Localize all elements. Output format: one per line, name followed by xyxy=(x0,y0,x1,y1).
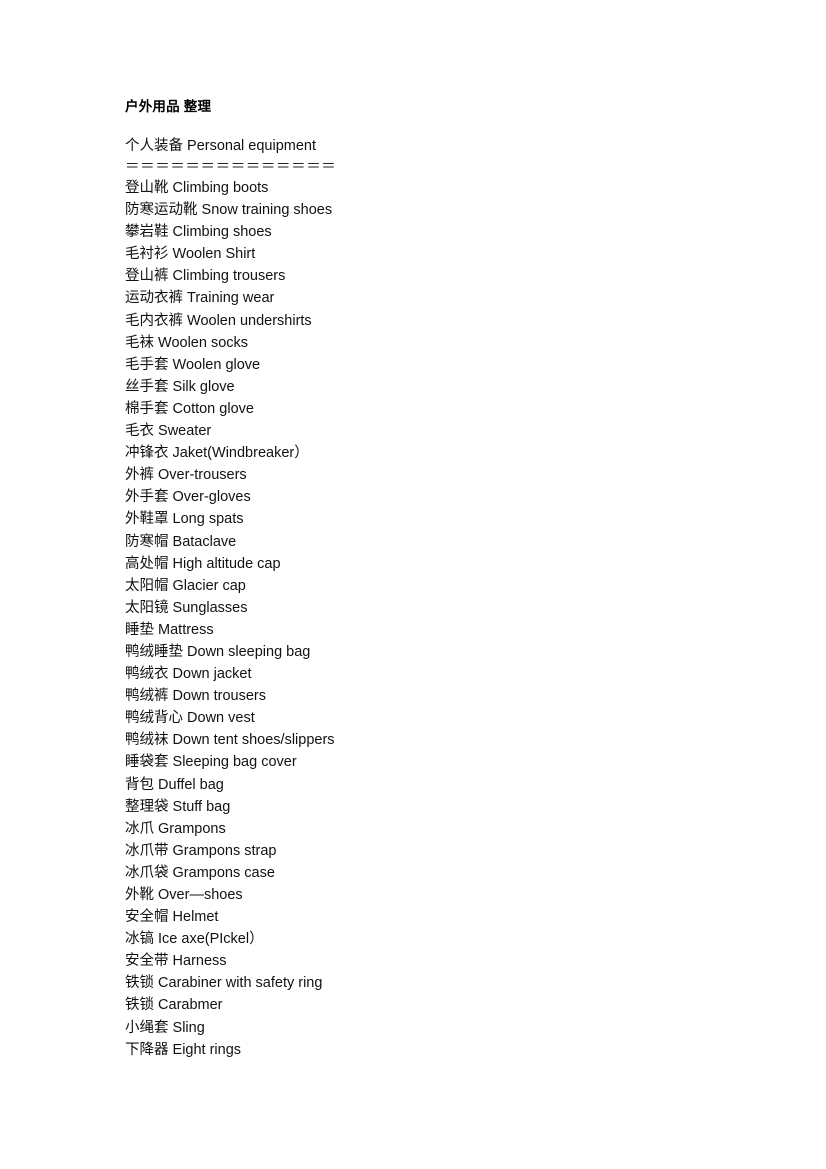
list-item: 鸭绒衣 Down jacket xyxy=(125,666,252,683)
list-item: 运动衣裤 Training wear xyxy=(125,290,275,307)
list-item: 铁锁 Carabmer xyxy=(125,997,223,1014)
list-item: 鸭绒睡垫 Down sleeping bag xyxy=(125,643,311,660)
list-item: 毛衬衫 Woolen Shirt xyxy=(125,246,256,263)
list-item: 冰镐 Ice axe(PIckel） xyxy=(125,931,264,948)
list-item: 登山裤 Climbing trousers xyxy=(125,268,286,285)
list-item: 毛手套 Woolen glove xyxy=(125,356,261,373)
list-item: 睡垫 Mattress xyxy=(125,621,214,638)
page-title: 户外用品 整理 xyxy=(125,99,212,114)
list-item: 冲锋衣 Jaket(Windbreaker） xyxy=(125,445,309,462)
list-item: 太阳帽 Glacier cap xyxy=(125,577,246,594)
list-item: 毛袜 Woolen socks xyxy=(125,334,249,351)
list-item: 外靴 Over—shoes xyxy=(125,887,243,903)
list-item: 外手套 Over-gloves xyxy=(125,489,251,506)
list-item: 下降器 Eight rings xyxy=(125,1041,242,1058)
list-item: 登山靴 Climbing boots xyxy=(125,180,269,196)
list-item: 防寒运动靴 Snow training shoes xyxy=(125,202,333,219)
list-item: 冰爪带 Grampons strap xyxy=(125,842,277,859)
list-item: 铁锁 Carabiner with safety ring xyxy=(125,975,323,992)
list-item: 整理袋 Stuff bag xyxy=(125,798,231,815)
list-item: 高处帽 High altitude cap xyxy=(125,555,281,572)
list-item: 安全帽 Helmet xyxy=(125,909,219,926)
document-page: 户外用品 整理 个人装备 Personal equipment ＝＝＝＝＝＝＝＝… xyxy=(0,0,826,1169)
list-item: 毛内衣裤 Woolen undershirts xyxy=(125,312,312,329)
document-body: 户外用品 整理 个人装备 Personal equipment ＝＝＝＝＝＝＝＝… xyxy=(125,97,745,1061)
list-item: 太阳镜 Sunglasses xyxy=(125,599,248,616)
list-item: 鸭绒背心 Down vest xyxy=(125,710,255,727)
list-item: 安全带 Harness xyxy=(125,953,227,970)
list-item: 冰爪 Grampons xyxy=(125,820,226,837)
section-header-personal-equipment: 个人装备 Personal equipment xyxy=(125,138,316,154)
list-item: 冰爪袋 Grampons case xyxy=(125,864,275,881)
equipment-list: 登山靴 Climbing boots 防寒运动靴 Snow training sh… xyxy=(125,177,745,1061)
list-item: 攀岩鞋 Climbing shoes xyxy=(125,224,272,241)
list-item: 防寒帽 Bataclave xyxy=(125,533,237,550)
list-item: 外裤 Over-trousers xyxy=(125,467,247,484)
list-item: 毛衣 Sweater xyxy=(125,423,212,440)
section-divider: ＝＝＝＝＝＝＝＝＝＝＝＝＝＝ xyxy=(125,159,337,175)
list-item: 小绳套 Sling xyxy=(125,1019,205,1036)
list-item: 外鞋罩 Long spats xyxy=(125,511,244,528)
list-item: 丝手套 Silk glove xyxy=(125,378,235,395)
list-item: 棉手套 Cotton glove xyxy=(125,400,254,417)
list-item: 鸭绒袜 Down tent shoes/slippers xyxy=(125,732,335,749)
list-item: 睡袋套 Sleeping bag cover xyxy=(125,754,297,771)
list-item: 鸭绒裤 Down trousers xyxy=(125,688,267,705)
list-item: 背包 Duffel bag xyxy=(125,776,224,793)
